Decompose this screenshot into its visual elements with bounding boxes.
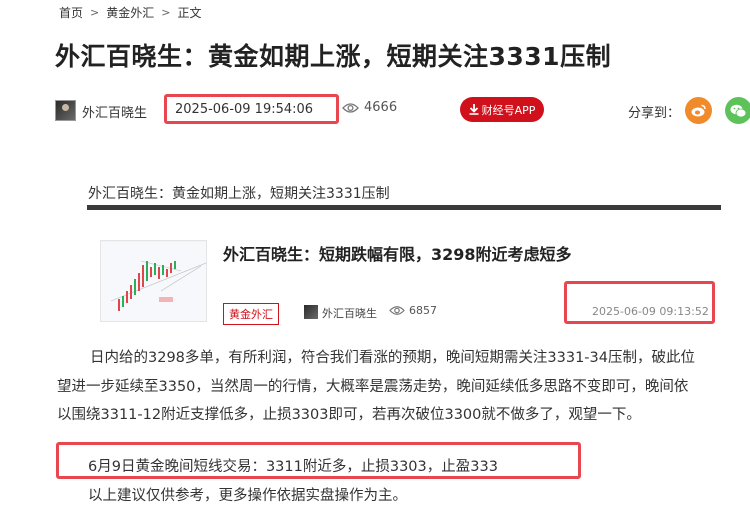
view-count: 4666 <box>342 100 397 115</box>
card-title[interactable]: 外汇百晓生：短期跌幅有限，3298附近考虑短多 <box>223 241 572 265</box>
breadcrumb-category[interactable]: 黄金外汇 <box>106 4 154 21</box>
breadcrumb-separator: > <box>161 6 171 19</box>
breadcrumb: 首页 > 黄金外汇 > 正文 <box>59 4 201 21</box>
card-view-count-value: 6857 <box>409 304 437 317</box>
download-icon <box>469 104 479 115</box>
breadcrumb-home[interactable]: 首页 <box>59 4 83 21</box>
wechat-share-button[interactable] <box>725 97 750 124</box>
author-name[interactable]: 外汇百晓生 <box>82 102 147 121</box>
divider-bar <box>87 205 721 210</box>
app-download-button[interactable]: 财经号APP <box>460 97 544 122</box>
card-author[interactable]: 外汇百晓生 <box>322 305 377 321</box>
disclaimer: 以上建议仅供参考，更多操作依据实盘操作为主。 <box>88 488 407 504</box>
card-view-count: 6857 <box>389 304 437 317</box>
highlight-box <box>564 281 715 324</box>
eye-icon <box>389 306 405 315</box>
embedded-heading: 外汇百晓生：黄金如期上涨，短期关注3331压制 <box>88 186 390 202</box>
article-meta: 外汇百晓生 2025-06-09 19:54:06 4666 财经号APP 分享… <box>55 97 750 124</box>
body-paragraph-line: 以围绕3311-12附近支撑低多，止损3303即可，若再次破位3300就不做多了… <box>57 407 641 423</box>
highlight-box <box>164 94 339 124</box>
card-thumbnail[interactable] <box>100 240 207 322</box>
weibo-icon <box>691 104 706 117</box>
body-paragraph-line: 望进一步延续至3350，当然周一的行情，大概率是震荡走势，晚间延续低多思路不变即… <box>57 379 689 395</box>
wechat-icon <box>730 104 747 117</box>
breadcrumb-separator: > <box>90 6 100 19</box>
eye-icon <box>342 102 359 113</box>
chart-thumbnail-image <box>101 241 206 311</box>
highlight-box <box>56 442 581 479</box>
card-avatar <box>304 305 318 319</box>
breadcrumb-current: 正文 <box>177 6 202 20</box>
weibo-share-button[interactable] <box>685 97 712 124</box>
app-download-label: 财经号APP <box>481 103 536 117</box>
share-label: 分享到： <box>628 106 681 121</box>
category-tag[interactable]: 黄金外汇 <box>223 303 279 325</box>
page-title: 外汇百晓生：黄金如期上涨，短期关注3331压制 <box>55 42 612 71</box>
avatar[interactable] <box>55 100 76 121</box>
body-paragraph-line: 日内给的3298多单，有所利润，符合我们看涨的预期，晚间短期需关注3331-34… <box>90 350 695 366</box>
view-count-value: 4666 <box>364 100 398 115</box>
